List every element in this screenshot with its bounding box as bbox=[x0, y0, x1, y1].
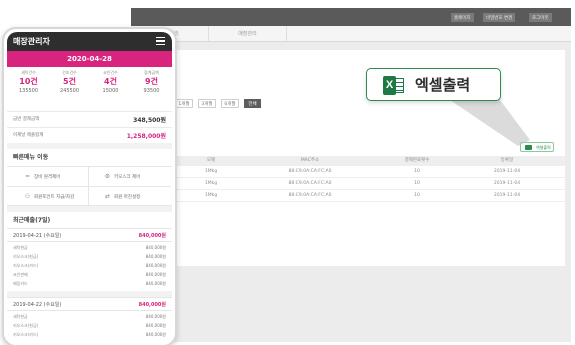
list-item: 키오스크(현금) 840,000원 bbox=[7, 322, 172, 331]
quick-kiosk-control-button[interactable]: ⚙ 키오스크 제어 bbox=[89, 167, 171, 187]
quick-menu-label: 회원포인트 지급/차감 bbox=[34, 195, 75, 200]
stat-count: 5건 bbox=[63, 77, 76, 86]
summary-row-payment: 금번 결제금액 348,500원 bbox=[7, 111, 172, 126]
mobile-app-screen: 매장관리자 2020-04-28 세탁건수 10건 135500 건조건수 5건… bbox=[7, 32, 172, 345]
quick-margin-settings-button[interactable]: ⇄ 회원 마진설정 bbox=[89, 187, 171, 207]
quick-menu-label: 키오스크 제어 bbox=[114, 175, 141, 180]
stat-amount: 135500 bbox=[18, 88, 39, 94]
quick-menu-grid: ≈ 장비 원격제어 ⚙ 키오스크 제어 ⚇ 회원포인트 지급/차감 ⇄ 회원 마진설정 bbox=[7, 166, 172, 207]
item-value: 840,000원 bbox=[145, 314, 166, 319]
phone-mockup: 매장관리자 2020-04-28 세탁건수 10건 135500 건조건수 5건… bbox=[2, 27, 177, 345]
quick-menu-label: 장비 원격제어 bbox=[34, 175, 61, 180]
item-value: 840,000원 bbox=[145, 332, 166, 337]
item-name: 매장카드 bbox=[13, 281, 28, 286]
stat-amount: 15000 bbox=[102, 88, 119, 94]
day-header[interactable]: 2019-04-21 (수요일) 840,000원 bbox=[7, 228, 172, 242]
item-name: 코인판매 bbox=[13, 272, 28, 277]
list-item: 매장카드 840,000원 bbox=[7, 280, 172, 289]
item-name: 키오스크(카드) bbox=[13, 332, 39, 337]
sliders-icon: ⇄ bbox=[104, 193, 111, 200]
date-selector[interactable]: 2020-04-28 bbox=[7, 51, 172, 67]
quick-menu-title: 빠른메뉴 이동 bbox=[13, 154, 49, 161]
stat-label: 세탁건수 bbox=[21, 70, 36, 75]
stat-label: 건조건수 bbox=[62, 70, 77, 75]
recent-sales-title: 최근매출(7일) bbox=[13, 217, 51, 224]
stat-dry[interactable]: 건조건수 5건 245500 bbox=[49, 69, 90, 101]
item-value: 840,000원 bbox=[145, 254, 166, 259]
list-item: 세탁현금 840,000원 bbox=[7, 313, 172, 322]
callout-label: 엑셀출력 bbox=[415, 76, 471, 94]
summary-label: 어제날 매출합계 bbox=[13, 133, 44, 138]
day-header[interactable]: 2019-04-22 (수요일) 840,000원 bbox=[7, 297, 172, 311]
gear-icon: ⚙ bbox=[104, 173, 111, 180]
list-item: 코인판매 840,000원 bbox=[7, 271, 172, 280]
item-value: 840,000원 bbox=[145, 272, 166, 277]
item-name: 키오스크(현금) bbox=[13, 254, 39, 259]
stat-amount: 245500 bbox=[59, 88, 80, 94]
item-value: 840,000원 bbox=[145, 281, 166, 286]
stat-total[interactable]: 합계금액 9건 93500 bbox=[131, 69, 172, 101]
quick-remote-control-button[interactable]: ≈ 장비 원격제어 bbox=[7, 167, 89, 187]
excel-export-callout: X 엑셀출력 bbox=[366, 68, 501, 101]
stat-label: 코인건수 bbox=[103, 70, 118, 75]
list-item: 세탁현금 840,000원 bbox=[7, 244, 172, 253]
item-name: 세탁현금 bbox=[13, 314, 28, 319]
item-value: 840,000원 bbox=[145, 323, 166, 328]
list-item: 키오스크(카드) 840,000원 bbox=[7, 262, 172, 271]
quick-points-button[interactable]: ⚇ 회원포인트 지급/차감 bbox=[7, 187, 89, 207]
user-icon: ⚇ bbox=[24, 193, 31, 200]
wifi-icon: ≈ bbox=[24, 173, 31, 180]
stat-count: 10건 bbox=[19, 77, 38, 86]
list-item: 키오스크(카드) 840,000원 bbox=[7, 331, 172, 340]
summary-value: 1,258,000원 bbox=[126, 133, 166, 140]
stat-amount: 93500 bbox=[143, 88, 160, 94]
stat-label: 합계금액 bbox=[144, 70, 159, 75]
day-total: 840,000원 bbox=[138, 302, 166, 308]
item-value: 840,000원 bbox=[145, 245, 166, 250]
section-divider bbox=[7, 143, 172, 149]
day-date: 2019-04-22 (수요일) bbox=[13, 302, 62, 308]
quick-menu-label: 회원 마진설정 bbox=[114, 195, 141, 200]
summary-value: 348,500원 bbox=[133, 117, 166, 124]
list-item: 키오스크(현금) 840,000원 bbox=[7, 253, 172, 262]
item-name: 키오스크(카드) bbox=[13, 263, 39, 268]
app-title: 매장관리자 bbox=[13, 37, 50, 46]
item-name: 키오스크(현금) bbox=[13, 323, 39, 328]
item-name: 세탁현금 bbox=[13, 245, 28, 250]
excel-icon: X bbox=[383, 76, 405, 95]
summary-label: 금번 결제금액 bbox=[13, 117, 40, 122]
stat-coin[interactable]: 코인건수 4건 15000 bbox=[90, 69, 131, 101]
stat-wash[interactable]: 세탁건수 10건 135500 bbox=[8, 69, 49, 101]
item-value: 840,000원 bbox=[145, 263, 166, 268]
stat-count: 9건 bbox=[145, 77, 158, 86]
section-divider bbox=[7, 206, 172, 212]
hamburger-menu-icon[interactable] bbox=[156, 37, 165, 45]
day-date: 2019-04-21 (수요일) bbox=[13, 233, 62, 239]
app-header: 매장관리자 bbox=[7, 32, 172, 51]
stat-count: 4건 bbox=[104, 77, 117, 86]
summary-row-yesterday: 어제날 매출합계 1,258,000원 bbox=[7, 127, 172, 142]
day-total: 840,000원 bbox=[138, 233, 166, 239]
